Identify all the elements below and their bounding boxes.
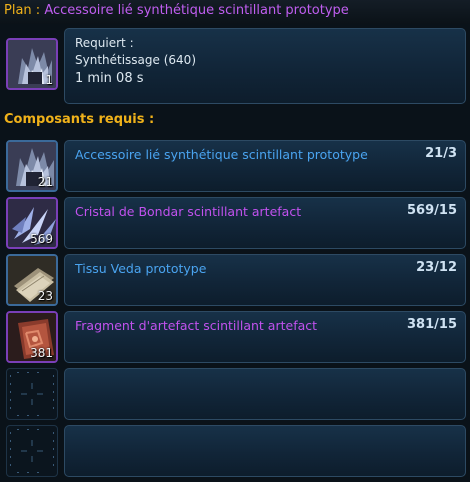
component-count-2: 569/15	[407, 203, 457, 218]
component-name-1: Accessoire lié synthétique scintillant p…	[75, 147, 368, 162]
plan-item-icon[interactable]: 1	[6, 38, 58, 90]
component-name-3: Tissu Veda prototype	[75, 261, 207, 276]
component-icon-2[interactable]: 569	[6, 197, 58, 249]
requirements-panel: Requiert : Synthétissage (640) 1 min 08 …	[64, 28, 466, 104]
components-title: Composants requis :	[4, 112, 155, 127]
component-row-2[interactable]: Cristal de Bondar scintillant artefact 5…	[64, 197, 466, 249]
component-quantity-2: 569	[30, 232, 53, 246]
plan-header: Plan : Accessoire lié synthétique scinti…	[0, 0, 470, 24]
component-name-4: Fragment d'artefact scintillant artefact	[75, 318, 318, 333]
component-count-4: 381/15	[407, 317, 457, 332]
component-quantity-3: 23	[37, 289, 53, 303]
empty-slot-crosshair-icon	[10, 429, 54, 473]
empty-component-row-2	[64, 425, 466, 477]
component-count-3: 23/12	[416, 260, 457, 275]
plan-label: Plan :	[4, 3, 41, 18]
required-skill: Synthétissage (640)	[75, 53, 196, 67]
empty-component-slot-1	[6, 368, 58, 420]
component-icon-1[interactable]: 21	[6, 140, 58, 192]
crafting-time: 1 min 08 s	[75, 71, 144, 86]
plan-item-quantity: 1	[45, 73, 53, 87]
requirements-label: Requiert :	[75, 36, 134, 50]
component-row-4[interactable]: Fragment d'artefact scintillant artefact…	[64, 311, 466, 363]
component-count-1: 21/3	[425, 146, 457, 161]
component-row-3[interactable]: Tissu Veda prototype 23/12	[64, 254, 466, 306]
component-icon-3[interactable]: 23	[6, 254, 58, 306]
empty-component-slot-2	[6, 425, 58, 477]
empty-slot-crosshair-icon	[10, 372, 54, 416]
empty-component-row-1	[64, 368, 466, 420]
component-row-1[interactable]: Accessoire lié synthétique scintillant p…	[64, 140, 466, 192]
component-quantity-1: 21	[37, 175, 53, 189]
plan-name: Accessoire lié synthétique scintillant p…	[44, 3, 349, 18]
component-quantity-4: 381	[30, 346, 53, 360]
component-icon-4[interactable]: 381	[6, 311, 58, 363]
component-name-2: Cristal de Bondar scintillant artefact	[75, 204, 302, 219]
